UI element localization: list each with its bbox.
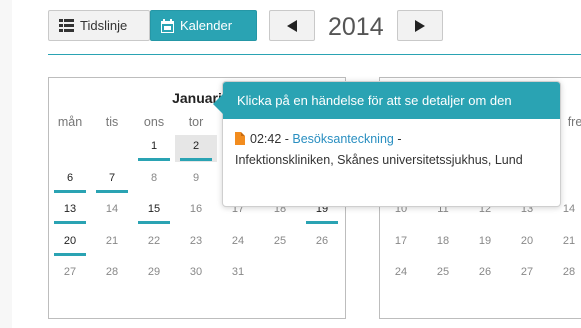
calendar-day: 30 [178, 266, 214, 278]
event-indicator [54, 221, 86, 224]
day-number: 15 [147, 203, 161, 215]
day-number: 25 [436, 266, 450, 278]
day-number: 13 [63, 203, 77, 215]
calendar-day: 27 [52, 266, 88, 278]
calendar-day: 28 [94, 266, 130, 278]
day-number: 14 [562, 203, 576, 215]
day-number: 1 [150, 140, 158, 152]
day-number: 27 [63, 266, 77, 278]
calendar-day: 24 [220, 235, 256, 247]
calendar-day[interactable]: 2 [175, 135, 217, 162]
timeline-view-button[interactable]: Tidslinje [48, 10, 150, 41]
event-indicator [138, 221, 170, 224]
calendar-day[interactable]: 20 [52, 235, 88, 256]
event-time: 02:42 [250, 132, 282, 146]
calendar-day: 20 [509, 235, 545, 247]
event-type-link[interactable]: Besöksanteckning [292, 132, 393, 146]
tooltip-arrow [213, 94, 223, 114]
calendar-day: 27 [509, 266, 545, 278]
event-indicator [306, 221, 338, 224]
calendar-day: 16 [178, 203, 214, 215]
day-number: 18 [436, 235, 450, 247]
day-number: 16 [189, 203, 203, 215]
day-number: 9 [192, 172, 200, 184]
calendar-day: 25 [425, 266, 461, 278]
calendar-day: 26 [304, 235, 340, 247]
year-label: 2014 [328, 13, 384, 41]
event-location: Infektionskliniken, Skånes universitetss… [235, 153, 523, 167]
calendar-day: 21 [94, 235, 130, 247]
tooltip-header: Klicka på en händelse för att se detalje… [223, 82, 560, 119]
calendar-day: 24 [383, 266, 419, 278]
day-number: 31 [231, 266, 245, 278]
calendar-day: 9 [178, 172, 214, 184]
calendar-day: 21 [551, 235, 581, 247]
calendar-day: 26 [467, 266, 503, 278]
next-year-button[interactable] [397, 10, 443, 41]
calendar-toolbar: Tidslinje Kalender 2014 [48, 10, 581, 44]
day-number: 29 [147, 266, 161, 278]
calendar-day: 23 [178, 235, 214, 247]
day-number: 14 [105, 203, 119, 215]
triangle-right-icon [415, 19, 425, 32]
previous-year-button[interactable] [269, 10, 315, 41]
event-indicator [180, 158, 212, 161]
calendar-day: 25 [262, 235, 298, 247]
event-indicator [138, 158, 170, 161]
day-number: 25 [273, 235, 287, 247]
day-number: 30 [189, 266, 203, 278]
event-indicator [54, 253, 86, 256]
list-icon [59, 19, 74, 32]
day-number: 2 [192, 140, 200, 152]
day-number: 26 [478, 266, 492, 278]
day-number: 20 [63, 235, 77, 247]
event-separator: - [393, 132, 402, 146]
day-number: 28 [105, 266, 119, 278]
day-number: 24 [394, 266, 408, 278]
calendar-view-button[interactable]: Kalender [150, 10, 257, 41]
calendar-day: 22 [136, 235, 172, 247]
toolbar-divider [48, 54, 581, 55]
calendar-day: 28 [551, 266, 581, 278]
day-number: 6 [66, 172, 74, 184]
event-indicator [96, 190, 128, 193]
day-number: 28 [562, 266, 576, 278]
day-number: 26 [315, 235, 329, 247]
calendar-day[interactable]: 13 [52, 203, 88, 224]
calendar-icon [161, 18, 174, 33]
calendar-day: 18 [425, 235, 461, 247]
calendar-day: 29 [136, 266, 172, 278]
calendar-day: 19 [467, 235, 503, 247]
day-number: 20 [520, 235, 534, 247]
day-number: 27 [520, 266, 534, 278]
calendar-day[interactable]: 1 [136, 140, 172, 161]
day-number: 17 [394, 235, 408, 247]
day-number: 23 [189, 235, 203, 247]
calendar-day: 8 [136, 172, 172, 184]
day-number: 19 [478, 235, 492, 247]
day-number: 21 [105, 235, 119, 247]
tooltip-body: 02:42 - Besöksanteckning - Infektionskli… [223, 119, 560, 171]
document-icon [235, 132, 245, 145]
calendar-day: 14 [94, 203, 130, 215]
day-number: 8 [150, 172, 158, 184]
calendar-day: 31 [220, 266, 256, 278]
calendar-day[interactable]: 6 [52, 172, 88, 193]
calendar-label: Kalender [180, 18, 233, 33]
timeline-label: Tidslinje [80, 18, 128, 33]
triangle-left-icon [287, 19, 297, 32]
day-number: 24 [231, 235, 245, 247]
event-separator: - [281, 132, 293, 146]
day-number: 7 [108, 172, 116, 184]
calendar-day: 17 [383, 235, 419, 247]
day-number: 21 [562, 235, 576, 247]
event-tooltip: Klicka på en händelse för att se detalje… [213, 81, 561, 207]
calendar-day[interactable]: 15 [136, 203, 172, 224]
calendar-day[interactable]: 7 [94, 172, 130, 193]
day-number: 22 [147, 235, 161, 247]
event-indicator [54, 190, 86, 193]
